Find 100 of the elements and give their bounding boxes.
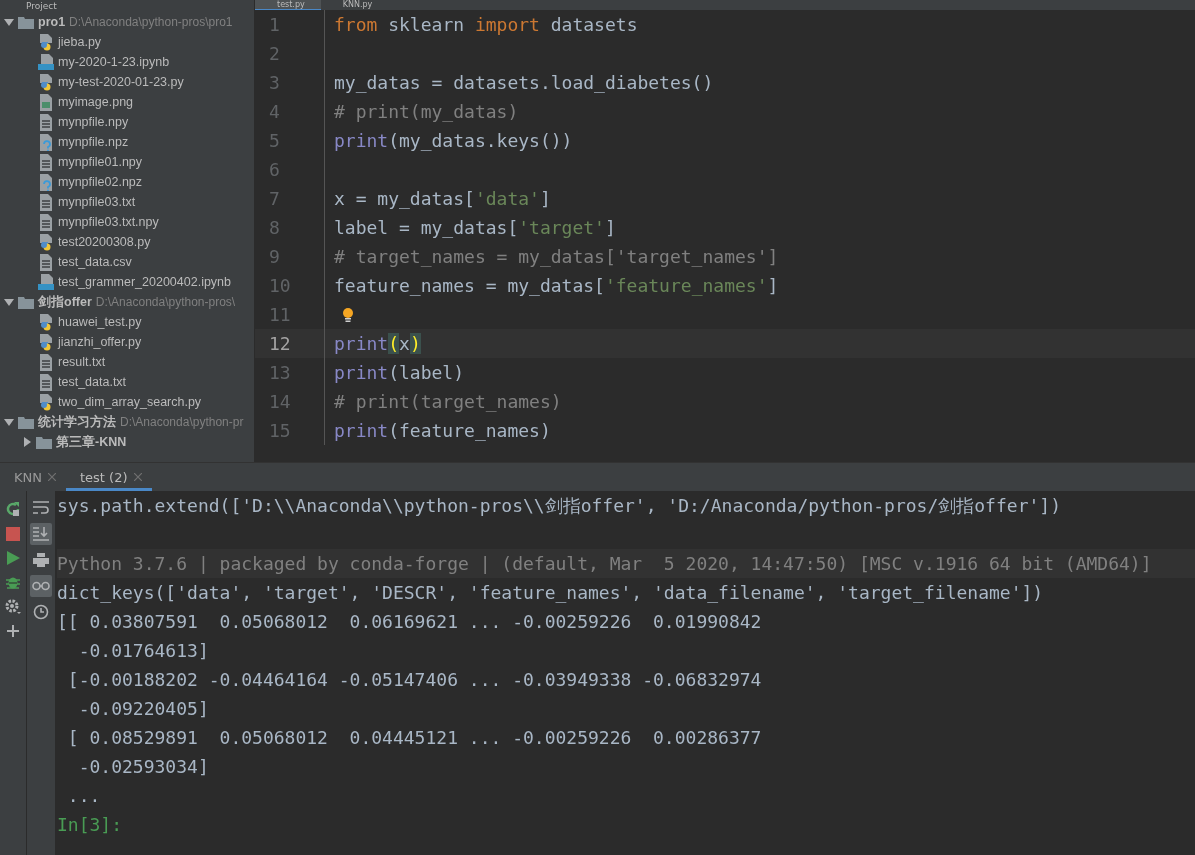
file-item[interactable]: myimage.png xyxy=(0,92,254,112)
expand-arrow-icon[interactable] xyxy=(4,297,14,307)
console-output: ... xyxy=(66,785,101,806)
console-output: -0.02593034] xyxy=(77,756,209,777)
file-item[interactable]: test_data.csv xyxy=(0,252,254,272)
editor-tab[interactable]: KNN.py xyxy=(320,0,389,10)
settings-icon[interactable] xyxy=(5,599,21,615)
folder-item[interactable]: 统计学习方法 D:\Anaconda\python-pr xyxy=(0,412,254,432)
code-line: # print(target_names) xyxy=(334,391,562,412)
line-number: 13 xyxy=(255,358,325,387)
python-file-icon xyxy=(38,393,54,411)
code-line: print(feature_names) xyxy=(334,420,551,441)
glasses-button[interactable] xyxy=(30,575,52,597)
file-name: my-test-2020-01-23.py xyxy=(58,75,184,89)
console-output: dict_keys(['data', 'target', 'DESCR', 'feature_names', 'data_filename', 'target_filename']) xyxy=(57,582,1044,603)
text-file-icon xyxy=(38,113,54,131)
folder-icon xyxy=(36,435,52,449)
console-output: [-0.00188202 -0.04464164 -0.05147406 ... -0.03949338 -0.06832974 xyxy=(66,669,762,690)
code-line: feature_names = my_datas['feature_names'] xyxy=(334,275,779,296)
folder-path: D:\Anaconda\python-pros\ xyxy=(95,295,236,309)
text-file-icon xyxy=(38,253,54,271)
line-number: 14 xyxy=(255,387,325,416)
file-item[interactable]: mynpfile.npz xyxy=(0,132,254,152)
lightbulb-icon[interactable] xyxy=(342,306,354,323)
file-item[interactable]: jieba.py xyxy=(0,32,254,52)
run-icon[interactable] xyxy=(6,551,20,565)
collapse-arrow-icon[interactable] xyxy=(22,437,32,447)
file-name: mynpfile01.npy xyxy=(58,155,143,169)
expand-arrow-icon[interactable] xyxy=(4,17,14,27)
folder-name: 统计学习方法 xyxy=(38,413,116,431)
file-item[interactable]: huawei_test.py xyxy=(0,312,254,332)
line-number: 10 xyxy=(255,271,325,300)
bug-icon[interactable] xyxy=(6,575,20,589)
folder-item[interactable]: 第三章-KNN xyxy=(0,432,254,452)
python-file-icon xyxy=(38,333,54,351)
file-item[interactable]: result.txt xyxy=(0,352,254,372)
code-line: print(x) xyxy=(334,333,421,354)
console-output: [ 0.08529891 0.05068012 0.04445121 ... -0.00259226 0.00286377 xyxy=(66,727,762,748)
unknown-file-icon xyxy=(38,133,54,151)
code-line: label = my_datas['target'] xyxy=(334,217,616,238)
file-item[interactable]: jianzhi_offer.py xyxy=(0,332,254,352)
file-name: result.txt xyxy=(58,355,106,369)
line-number: 12 xyxy=(255,329,325,358)
line-number: 1 xyxy=(255,10,325,39)
code-line: print(my_datas.keys()) xyxy=(334,130,573,151)
text-file-icon xyxy=(38,153,54,171)
file-item[interactable]: test_data.txt xyxy=(0,372,254,392)
scroll-to-end-button[interactable] xyxy=(30,523,52,545)
line-number: 7 xyxy=(255,184,325,213)
python-file-icon xyxy=(38,73,54,91)
line-number: 2 xyxy=(255,39,325,68)
file-name: test20200308.py xyxy=(58,235,151,249)
line-number: 3 xyxy=(255,68,325,97)
folder-name: pro1 xyxy=(38,15,66,29)
text-file-icon xyxy=(38,193,54,211)
run-tab[interactable]: KNN xyxy=(0,463,66,491)
folder-icon xyxy=(18,295,34,309)
console-output: -0.09220405] xyxy=(77,698,209,719)
file-name: jianzhi_offer.py xyxy=(58,335,142,349)
expand-arrow-icon[interactable] xyxy=(4,417,14,427)
file-name: my-2020-1-23.ipynb xyxy=(58,55,170,69)
file-item[interactable]: my-2020-1-23.ipynb xyxy=(0,52,254,72)
folder-icon xyxy=(18,415,34,429)
python-file-icon xyxy=(38,33,54,51)
file-name: jieba.py xyxy=(58,35,102,49)
console-header-text: Python 3.7.6 | packaged by conda-forge | (default, Mar 5 2020, 14:47:50) [MSC v.1916 64 bit (AMD64)] xyxy=(57,553,1152,574)
line-number: 8 xyxy=(255,213,325,242)
file-name: myimage.png xyxy=(58,95,134,109)
file-item[interactable]: test_grammer_20200402.ipynb xyxy=(0,272,254,292)
code-line: my_datas = datasets.load_diabetes() xyxy=(334,72,714,93)
console-output: sys.path.extend(['D:\\Anaconda\\python-pros\\剑指offer', 'D:/Anaconda/python-pros/剑指offer']) xyxy=(57,495,1061,516)
folder-name: 第三章-KNN xyxy=(56,433,127,451)
rerun-icon[interactable] xyxy=(5,501,21,517)
folder-name: 剑指offer xyxy=(38,293,92,311)
code-line: from sklearn import datasets xyxy=(334,14,638,35)
file-item[interactable]: test20200308.py xyxy=(0,232,254,252)
file-name: mynpfile03.txt xyxy=(58,195,136,209)
code-line: print(label) xyxy=(334,362,465,383)
line-number: 4 xyxy=(255,97,325,126)
line-number: 6 xyxy=(255,155,325,184)
file-name: mynpfile.npy xyxy=(58,115,129,129)
file-item[interactable]: mynpfile.npy xyxy=(0,112,254,132)
folder-item[interactable]: pro1 D:\Anaconda\python-pros\pro1 xyxy=(0,12,254,32)
file-item[interactable]: mynpfile03.txt.npy xyxy=(0,212,254,232)
console-output: -0.01764613] xyxy=(77,640,209,661)
file-name: test_grammer_20200402.ipynb xyxy=(58,275,232,289)
notebook-file-icon xyxy=(38,273,54,291)
file-item[interactable]: my-test-2020-01-23.py xyxy=(0,72,254,92)
editor-tab[interactable]: test.py xyxy=(255,0,321,10)
folder-icon xyxy=(18,15,34,29)
add-icon[interactable] xyxy=(7,625,19,637)
input-prompt: In[3]: xyxy=(57,814,123,835)
folder-path: D:\Anaconda\python-pr xyxy=(120,415,244,429)
file-item[interactable]: two_dim_array_search.py xyxy=(0,392,254,412)
folder-item[interactable]: 剑指offer D:\Anaconda\python-pros\ xyxy=(0,292,254,312)
code-line: # target_names = my_datas['target_names'] xyxy=(334,246,779,267)
notebook-file-icon xyxy=(38,53,54,71)
file-item[interactable]: mynpfile02.npz xyxy=(0,172,254,192)
file-item[interactable]: mynpfile03.txt xyxy=(0,192,254,212)
file-item[interactable]: mynpfile01.npy xyxy=(0,152,254,172)
